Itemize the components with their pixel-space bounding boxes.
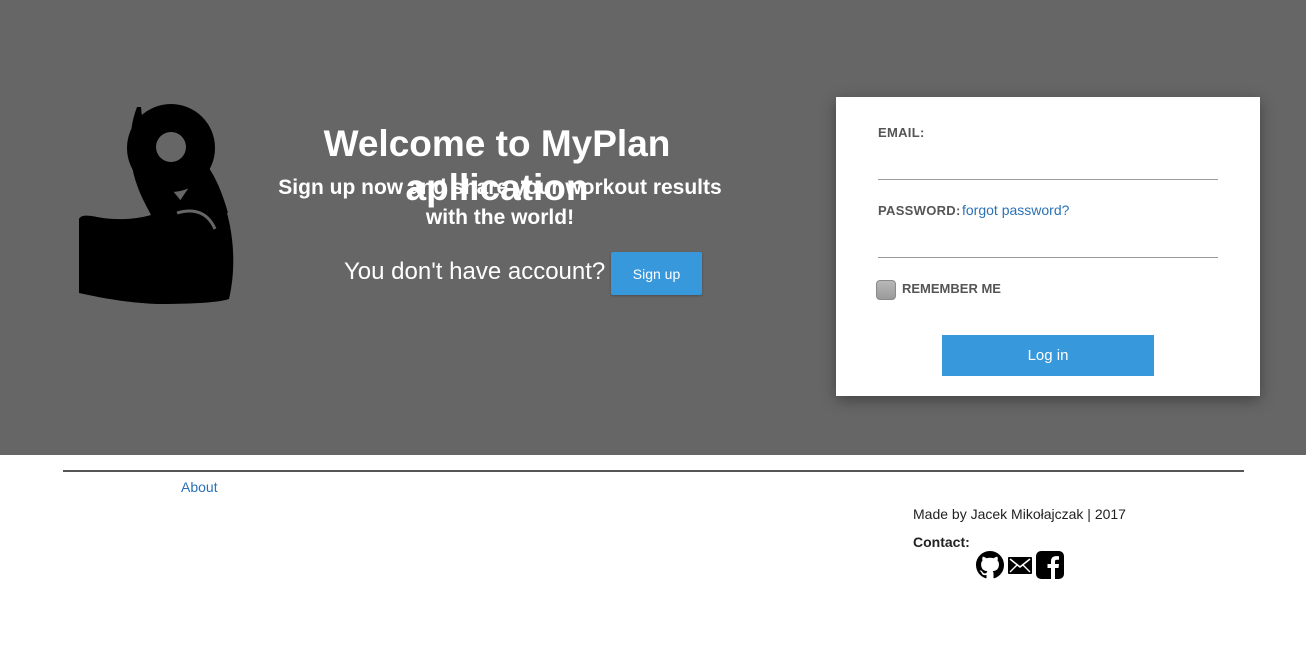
login-form: EMAIL: PASSWORD: forgot password? REMEMB…	[836, 97, 1260, 396]
mail-icon[interactable]	[1008, 557, 1032, 574]
signup-prompt: You don't have account?	[344, 258, 606, 285]
hero-subtitle: Sign up now and share your workout resul…	[278, 176, 722, 229]
footer-divider	[63, 470, 1244, 472]
hero-section: Welcome to MyPlan apllication Sign up no…	[0, 0, 1306, 455]
flexed-arm-dumbbell-icon	[79, 104, 234, 304]
github-icon[interactable]	[976, 551, 1004, 579]
remember-me-label: REMEMBER ME	[902, 281, 1001, 296]
about-link[interactable]: About	[181, 479, 218, 495]
remember-me-checkbox[interactable]	[876, 280, 896, 300]
email-field[interactable]	[878, 151, 1218, 180]
password-label: PASSWORD:	[878, 203, 961, 218]
email-label: EMAIL:	[878, 125, 925, 140]
facebook-icon[interactable]	[1036, 551, 1064, 579]
forgot-password-link[interactable]: forgot password?	[962, 202, 1069, 218]
password-field[interactable]	[878, 229, 1218, 258]
login-button[interactable]: Log in	[942, 335, 1154, 376]
signup-button[interactable]: Sign up	[611, 252, 702, 295]
credit-text: Made by Jacek Mikołajczak | 2017	[913, 506, 1126, 522]
contact-label: Contact:	[913, 534, 970, 550]
